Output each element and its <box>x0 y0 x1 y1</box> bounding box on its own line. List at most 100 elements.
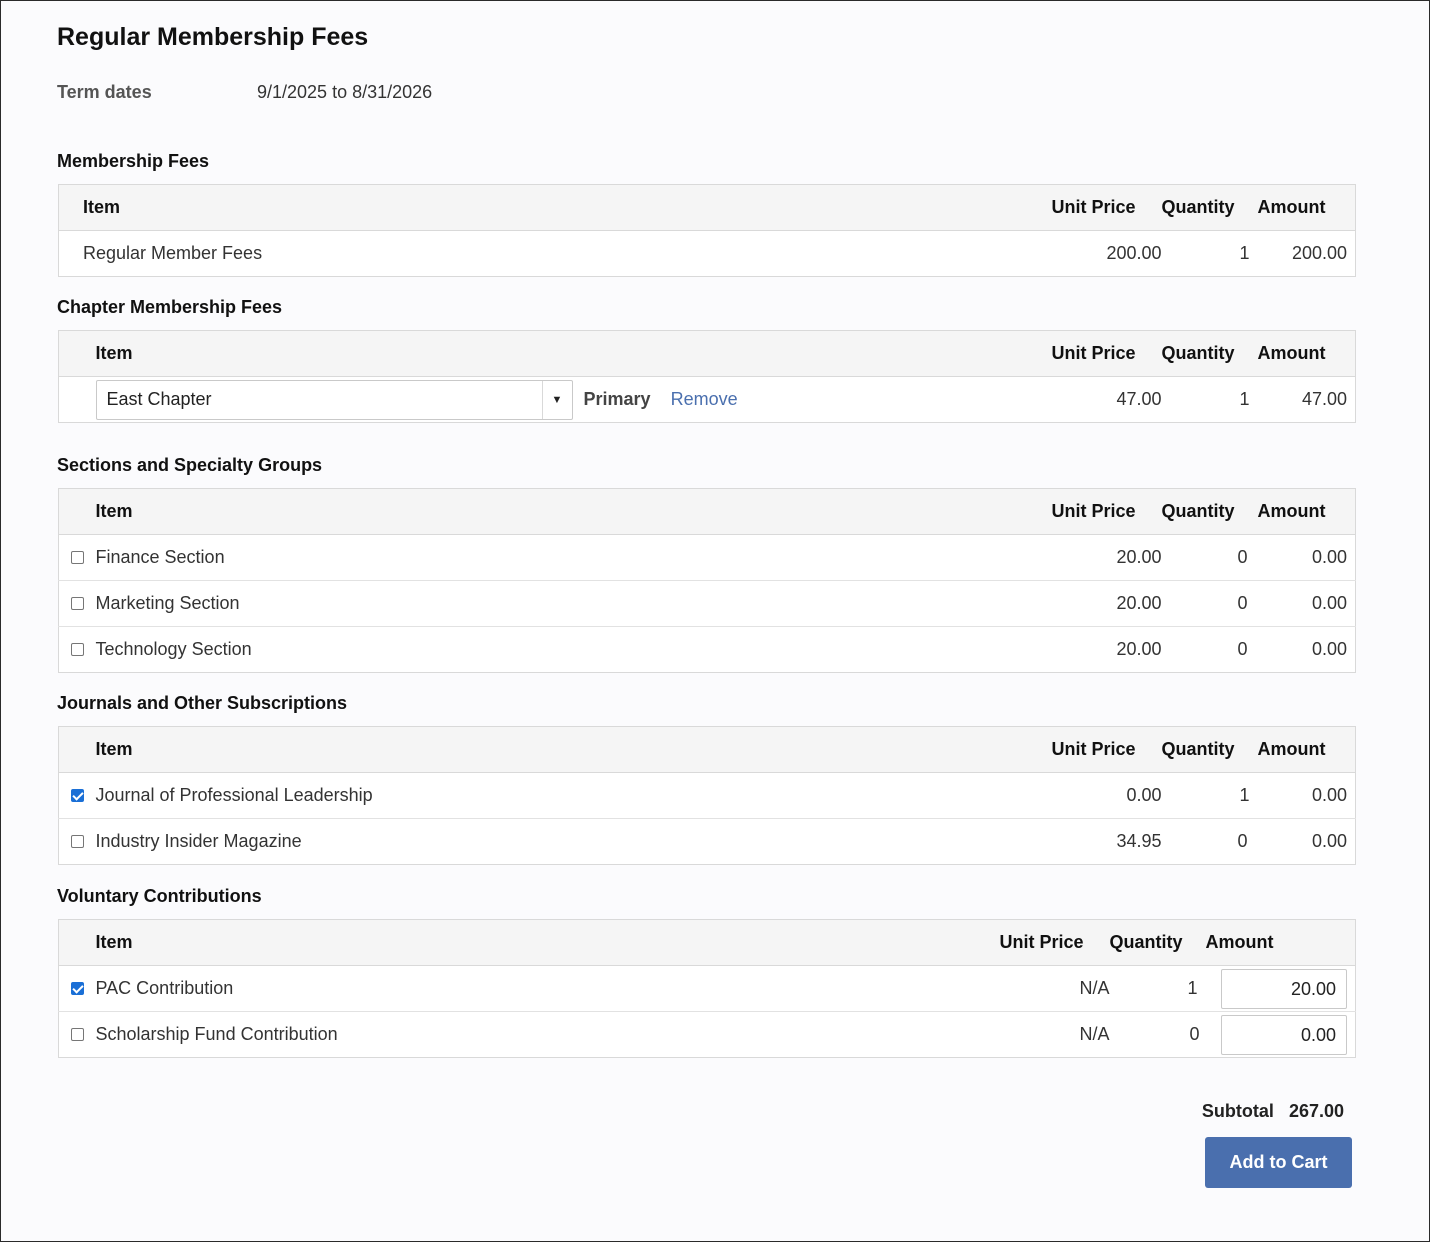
table-row: Technology Section 20.00 0 0.00 <box>59 627 1356 673</box>
col-unit-price-header: Unit Price <box>1051 330 1162 377</box>
col-quantity-header: Quantity <box>1161 330 1258 377</box>
table-row: Industry Insider Magazine 34.95 0 0.00 <box>59 819 1356 865</box>
col-quantity-header: Quantity <box>1161 488 1258 535</box>
finance-section-checkbox[interactable] <box>70 550 84 564</box>
membership-fees-title: Membership Fees <box>57 151 210 171</box>
item-name: Journal of Professional Leadership <box>95 772 1052 819</box>
table-row: Finance Section 20.00 0 0.00 <box>58 534 1356 581</box>
col-select-header <box>58 919 96 966</box>
col-unit-price-header: Unit Price <box>999 919 1110 966</box>
col-select-header <box>58 488 96 535</box>
scholarship-contribution-checkbox[interactable] <box>70 1027 84 1041</box>
contributions-table: Item Unit Price Quantity Amount PAC Cont… <box>58 919 1356 1058</box>
item-name: Finance Section <box>95 534 1052 581</box>
table-row: PAC Contribution N/A 1 20.00 <box>58 965 1356 1012</box>
unit-price: 0.00 <box>1051 772 1162 819</box>
col-amount-header: Amount <box>1257 488 1356 535</box>
chapter-fees-table: Item Unit Price Quantity Amount East Cha… <box>58 330 1356 423</box>
contributions-title: Voluntary Contributions <box>57 886 262 906</box>
table-header-row: Item Unit Price Quantity Amount <box>58 919 1356 966</box>
quantity: 0 <box>1237 831 1248 851</box>
col-amount-header: Amount <box>1257 330 1356 377</box>
quantity: 0 <box>1237 639 1248 659</box>
sections-table: Item Unit Price Quantity Amount Finance … <box>58 488 1356 673</box>
pac-amount-input[interactable]: 20.00 <box>1221 968 1347 1009</box>
amount: 47.00 <box>1301 389 1347 409</box>
subtotal-label: Subtotal <box>1201 1101 1274 1121</box>
technology-section-checkbox[interactable] <box>70 642 84 656</box>
col-quantity-header: Quantity <box>1161 726 1258 773</box>
amount: 0.00 <box>1257 534 1356 581</box>
subtotal: Subtotal 267.00 <box>1202 1101 1344 1122</box>
col-unit-price-header: Unit Price <box>1051 184 1162 231</box>
membership-fees-panel: Regular Membership Fees Term dates 9/1/2… <box>0 0 1430 1242</box>
journal-leadership-checkbox[interactable] <box>70 788 84 802</box>
col-unit-price-header: Unit Price <box>1051 488 1162 535</box>
table-row: East Chapter ▼ Primary Remove 47.00 1 47… <box>59 377 1356 423</box>
item-name: PAC Contribution <box>95 965 1000 1012</box>
chapter-select[interactable]: East Chapter ▼ <box>95 379 573 420</box>
quantity: 1 <box>1161 772 1258 819</box>
primary-label: Primary <box>583 389 651 409</box>
col-unit-price-header: Unit Price <box>1051 726 1162 773</box>
col-amount-header: Amount <box>1257 184 1356 231</box>
table-header-row: Item Unit Price Quantity Amount <box>58 330 1356 377</box>
quantity: 1 <box>1239 243 1250 263</box>
amount: 0.00 <box>1311 639 1347 659</box>
amount: 0.00 <box>1257 580 1356 627</box>
subtotal-value: 267.00 <box>1288 1101 1344 1121</box>
table-header-row: Item Unit Price Quantity Amount <box>58 726 1356 773</box>
marketing-section-checkbox[interactable] <box>70 596 84 610</box>
pac-contribution-checkbox[interactable] <box>70 981 84 995</box>
col-select-header <box>58 726 96 773</box>
table-row: Scholarship Fund Contribution N/A 0 0.00 <box>59 1012 1356 1058</box>
chapter-select-value: East Chapter <box>106 389 212 409</box>
chevron-down-icon[interactable]: ▼ <box>541 380 572 419</box>
col-quantity-header: Quantity <box>1109 919 1206 966</box>
col-amount-header: Amount <box>1257 726 1356 773</box>
col-item-header: Item <box>95 488 1052 535</box>
col-select-header <box>58 330 96 377</box>
table-header-row: Item Unit Price Quantity Amount <box>58 184 1356 231</box>
table-row: Journal of Professional Leadership 0.00 … <box>58 772 1356 819</box>
item-name: Marketing Section <box>95 580 1052 627</box>
unit-price: 47.00 <box>1116 389 1162 409</box>
unit-price: 20.00 <box>1116 639 1162 659</box>
item-name: Technology Section <box>95 639 252 659</box>
unit-price: N/A <box>999 965 1110 1012</box>
scholarship-amount-input[interactable]: 0.00 <box>1221 1014 1347 1055</box>
table-header-row: Item Unit Price Quantity Amount <box>58 488 1356 535</box>
quantity: 1 <box>1239 389 1250 409</box>
col-item-header: Item <box>58 184 1052 231</box>
col-item-header: Item <box>95 919 1000 966</box>
amount: 0.00 <box>1311 831 1347 851</box>
item-name: Regular Member Fees <box>83 243 263 263</box>
unit-price: N/A <box>1079 1024 1110 1044</box>
col-item-header: Item <box>95 726 1052 773</box>
quantity: 0 <box>1189 1024 1200 1044</box>
amount: 0.00 <box>1257 772 1356 819</box>
industry-insider-checkbox[interactable] <box>70 834 84 848</box>
item-name: Scholarship Fund Contribution <box>95 1024 338 1044</box>
unit-price: 20.00 <box>1051 580 1162 627</box>
col-item-header: Item <box>95 330 1052 377</box>
unit-price: 20.00 <box>1051 534 1162 581</box>
add-to-cart-button[interactable]: Add to Cart <box>1205 1137 1352 1188</box>
term-dates-value: 9/1/2025 to 8/31/2026 <box>257 82 433 102</box>
remove-link[interactable]: Remove <box>671 389 738 409</box>
col-quantity-header: Quantity <box>1161 184 1258 231</box>
term-dates-label: Term dates <box>57 82 152 102</box>
quantity: 0 <box>1161 580 1258 627</box>
amount: 200.00 <box>1291 243 1347 263</box>
journals-title: Journals and Other Subscriptions <box>57 693 348 713</box>
item-name: Industry Insider Magazine <box>95 831 302 851</box>
unit-price: 34.95 <box>1116 831 1162 851</box>
page-title: Regular Membership Fees <box>57 23 369 51</box>
col-amount-header: Amount <box>1205 919 1356 966</box>
membership-fees-table: Item Unit Price Quantity Amount Regular … <box>58 184 1356 277</box>
unit-price: 200.00 <box>1106 243 1162 263</box>
table-row: Marketing Section 20.00 0 0.00 <box>58 580 1356 627</box>
journals-table: Item Unit Price Quantity Amount Journal … <box>58 726 1356 865</box>
sections-title: Sections and Specialty Groups <box>57 455 323 475</box>
table-row: Regular Member Fees 200.00 1 200.00 <box>59 231 1356 277</box>
